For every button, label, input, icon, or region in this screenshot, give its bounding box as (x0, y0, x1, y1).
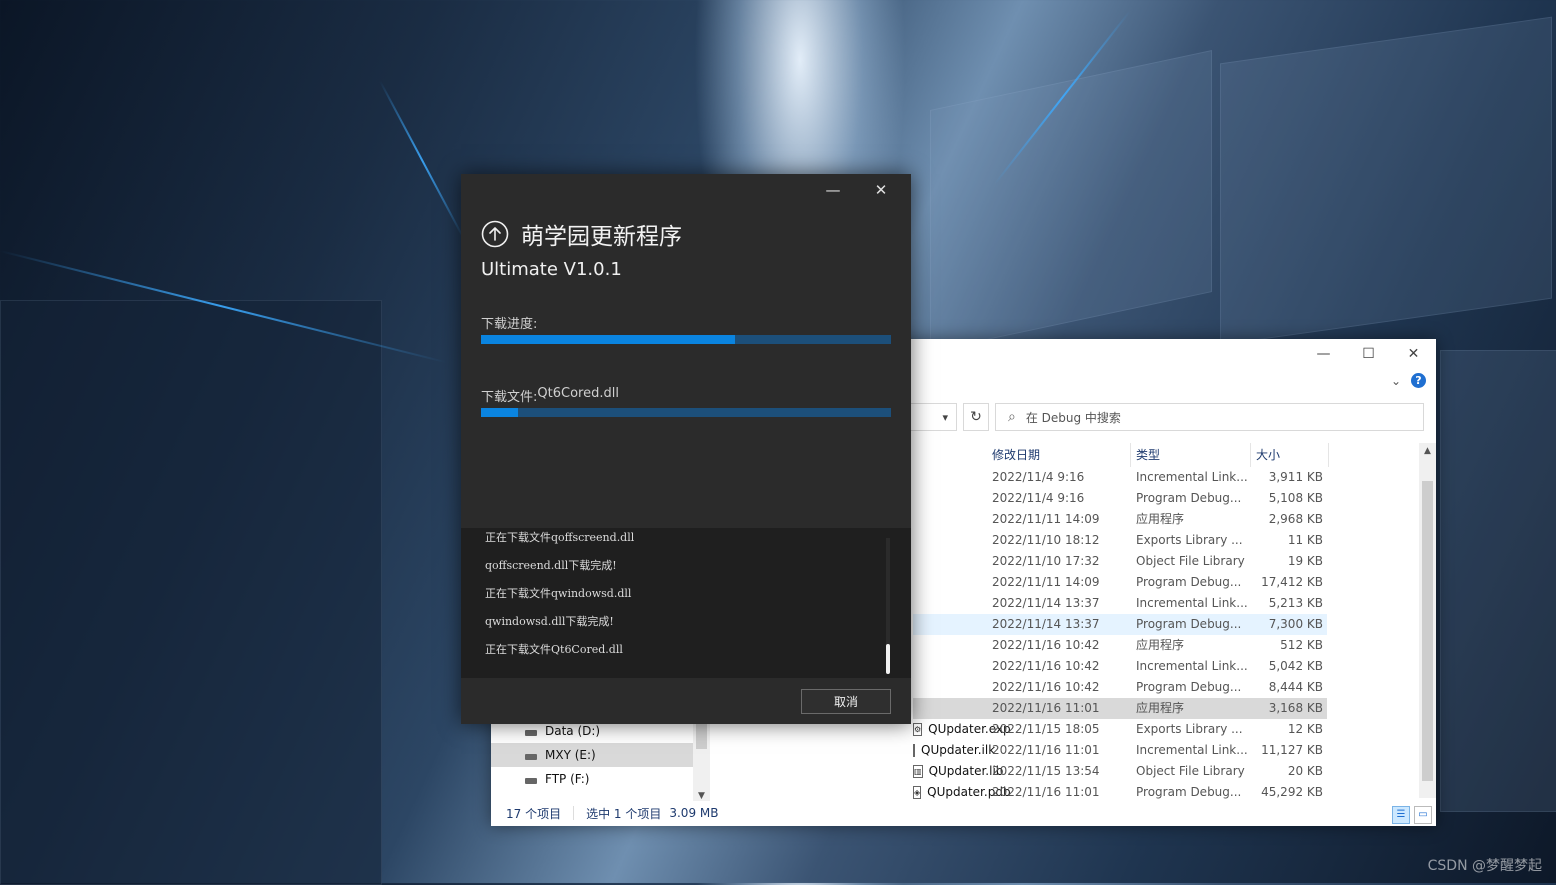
nav-item-drive-f[interactable]: FTP (F:) (491, 767, 711, 791)
minimize-button[interactable]: — (809, 178, 857, 202)
navigation-pane: Data (D:) MXY (E:) FTP (F:) (491, 719, 711, 801)
search-icon: ⌕ (1008, 409, 1016, 425)
overall-progress-bar (481, 335, 891, 344)
file-row[interactable]: 2022/11/16 10:42 应用程序 512 KB (913, 635, 1327, 656)
updater-title-row: 萌学园更新程序 (481, 217, 682, 251)
file-name: QUpdater.ilk (921, 743, 996, 757)
view-toggle-group: ☰ ▭ (1392, 806, 1432, 824)
column-header-date[interactable]: 修改日期 (987, 443, 1131, 467)
scrollbar-thumb[interactable] (1422, 481, 1433, 781)
overall-progress-fill (481, 335, 736, 344)
file-progress-prefix: 下载文件: (481, 390, 538, 405)
file-row[interactable]: 2022/11/16 10:42 Program Debug... 8,444 KB (913, 677, 1327, 698)
debug-file-icon: ◈ (913, 786, 922, 799)
nav-item-label: MXY (E:) (545, 748, 596, 762)
file-row[interactable]: 2022/11/4 9:16 Program Debug... 5,108 KB (913, 488, 1327, 509)
desktop-background-panel (0, 300, 382, 885)
drive-icon (525, 730, 537, 736)
column-header-type[interactable]: 类型 (1131, 443, 1251, 467)
column-header-row: 修改日期 类型 大小 (987, 443, 1329, 467)
scroll-up-arrow-icon[interactable]: ▲ (1419, 443, 1436, 460)
file-row[interactable]: 2022/11/4 9:16 Incremental Link... 3,911 K… (913, 467, 1327, 488)
drive-icon (525, 754, 537, 760)
file-row[interactable]: ▥ QUpdater.lib 2022/11/15 13:54 Object File… (913, 761, 1327, 782)
file-progress-fill (481, 408, 518, 417)
log-line: 正在下载文件Qt6Cored.dll (485, 643, 623, 656)
document-file-icon (913, 744, 915, 757)
upload-arrow-icon (481, 220, 509, 248)
address-history-dropdown[interactable]: ▾ (911, 403, 957, 431)
file-row[interactable]: 2022/11/10 18:12 Exports Library ... 11 KB (913, 530, 1327, 551)
file-row-hovered[interactable]: 2022/11/14 13:37 Program Debug... 7,300 KB (913, 614, 1327, 635)
file-row[interactable]: 2022/11/16 10:42 Incremental Link... 5,042… (913, 656, 1327, 677)
minimize-button[interactable]: — (1301, 339, 1346, 369)
selection-count: 选中 1 个项目 (586, 806, 662, 821)
current-file-name: Qt6Cored.dll (537, 386, 619, 401)
desktop-background-panel (1440, 350, 1556, 812)
chevron-down-icon: ▾ (942, 410, 948, 424)
file-rows: 2022/11/4 9:16 Incremental Link... 3,911 K… (913, 467, 1327, 803)
search-input[interactable]: ⌕ 在 Debug 中搜索 (995, 403, 1424, 431)
file-row[interactable]: 2022/11/14 13:37 Incremental Link... 5,213… (913, 593, 1327, 614)
address-row: ▾ ↻ ⌕ 在 Debug 中搜索 (911, 402, 1424, 432)
file-row[interactable]: 2022/11/10 17:32 Object File Library 19 KB (913, 551, 1327, 572)
drive-icon (525, 778, 537, 784)
column-header-size[interactable]: 大小 (1251, 443, 1329, 467)
item-count: 17 个项目 (506, 806, 562, 821)
status-divider (573, 806, 575, 820)
log-line: qoffscreend.dll下载完成! (485, 559, 617, 572)
ribbon-expand-chevron-icon[interactable]: ⌄ (1391, 374, 1401, 388)
log-line: qwindowsd.dll下载完成! (485, 615, 614, 628)
close-button[interactable]: ✕ (1391, 339, 1436, 369)
overall-progress-label: 下载进度: (481, 317, 538, 332)
download-log[interactable]: 正在下载文件qoffscreend.dll qoffscreend.dll下载完… (461, 528, 911, 678)
explorer-window-controls: — ☐ ✕ (1301, 339, 1436, 369)
file-list-scrollbar[interactable]: ▲ (1419, 443, 1436, 798)
maximize-button[interactable]: ☐ (1346, 339, 1391, 369)
scrollbar-thumb[interactable] (886, 644, 890, 674)
refresh-button[interactable]: ↻ (963, 403, 989, 431)
log-line: 正在下载文件qwindowsd.dll (485, 587, 632, 600)
help-icon[interactable]: ? (1411, 373, 1426, 388)
version-label: Ultimate V1.0.1 (481, 259, 622, 280)
large-icons-view-button[interactable]: ▭ (1414, 806, 1432, 824)
file-row[interactable]: 2022/11/11 14:09 应用程序 2,968 KB (913, 509, 1327, 530)
navigation-scrollbar[interactable]: ▼ (693, 719, 710, 801)
file-row[interactable]: QUpdater.ilk 2022/11/16 11:01 Incremental … (913, 740, 1327, 761)
refresh-icon: ↻ (970, 409, 982, 425)
file-progress-label: 下载文件: Qt6Cored.dll (481, 386, 619, 405)
close-button[interactable]: ✕ (857, 178, 905, 202)
updater-dialog: — ✕ 萌学园更新程序 Ultimate V1.0.1 下载进度: 下载文件: … (461, 174, 911, 724)
library-file-icon: ▥ (913, 765, 923, 778)
details-view-button[interactable]: ☰ (1392, 806, 1410, 824)
settings-file-icon: ⚙ (913, 723, 923, 736)
updater-window-controls: — ✕ (809, 178, 905, 202)
status-bar: 17 个项目 选中 1 个项目 3.09 MB (491, 800, 1436, 826)
csdn-watermark: CSDN @梦醒梦起 (1427, 858, 1542, 874)
selection-size: 3.09 MB (669, 806, 719, 820)
updater-title: 萌学园更新程序 (521, 224, 682, 250)
desktop-background-panel (1220, 16, 1552, 346)
file-row[interactable]: 2022/11/11 14:09 Program Debug... 17,412 K… (913, 572, 1327, 593)
ribbon-help-row: ⌄ ? (1391, 373, 1426, 388)
file-progress-bar (481, 408, 891, 417)
nav-item-drive-e[interactable]: MXY (E:) (491, 743, 693, 767)
log-line: 正在下载文件qoffscreend.dll (485, 531, 635, 544)
desktop-glow-line (379, 80, 466, 241)
nav-item-label: Data (D:) (545, 724, 601, 738)
log-scrollbar[interactable] (886, 538, 890, 674)
nav-item-label: FTP (F:) (545, 772, 590, 786)
cancel-button[interactable]: 取消 (801, 689, 891, 714)
search-placeholder: 在 Debug 中搜索 (1025, 410, 1121, 425)
file-row-selected[interactable]: 2022/11/16 11:01 应用程序 3,168 KB (913, 698, 1327, 719)
file-row[interactable]: ⚙ QUpdater.exp 2022/11/15 18:05 Exports Lib… (913, 719, 1327, 740)
desktop-background-panel (930, 50, 1212, 352)
